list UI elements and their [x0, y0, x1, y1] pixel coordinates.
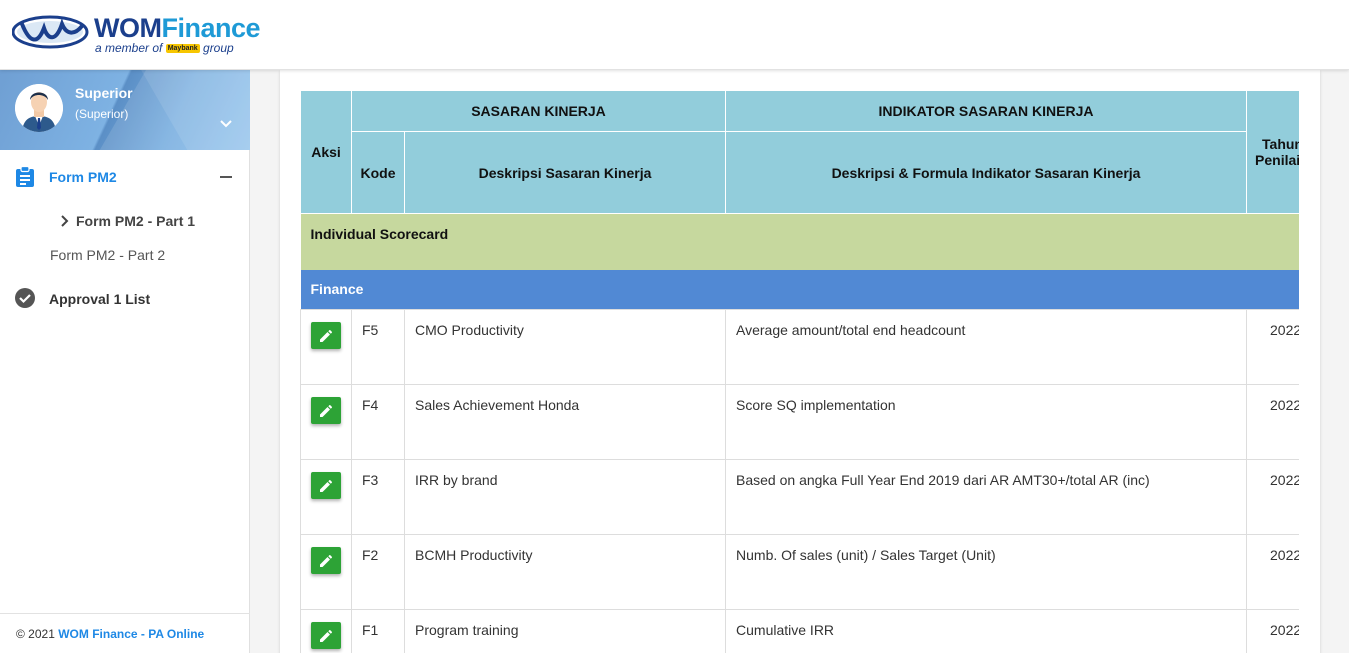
subgroup-row-finance: Finance — [300, 269, 1299, 310]
indikator-cell: Score SQ implementation — [725, 384, 1248, 460]
footer-link[interactable]: WOM Finance - PA Online — [58, 627, 204, 641]
group-row-individual-scorecard: Individual Scorecard — [300, 213, 1299, 270]
edit-button[interactable] — [311, 547, 341, 574]
aksi-cell — [300, 534, 352, 610]
user-role: (Superior) — [75, 107, 129, 121]
kode-cell: F3 — [351, 459, 405, 535]
clipboard-icon — [15, 165, 35, 193]
header-aksi: Aksi — [300, 90, 352, 214]
aksi-cell — [300, 384, 352, 460]
sasaran-cell: Program training — [403, 609, 727, 653]
minus-icon[interactable] — [220, 176, 232, 178]
aksi-cell — [300, 609, 352, 653]
indikator-cell: Numb. Of sales (unit) / Sales Target (Un… — [725, 534, 1248, 610]
sidebar-item-form-pm2-part2[interactable]: Form PM2 - Part 2 — [0, 240, 250, 270]
pencil-icon — [320, 329, 333, 342]
sidebar-item-form-pm2[interactable]: Form PM2 — [0, 162, 250, 192]
wom-swirl-icon — [12, 15, 89, 49]
header-deskripsi-indikator: Deskripsi & Formula Indikator Sasaran Ki… — [725, 131, 1248, 214]
scorecard-table: Aksi SASARAN KINERJA INDIKATOR SASARAN K… — [300, 90, 1299, 653]
check-circle-icon — [15, 288, 35, 313]
aksi-cell — [300, 459, 352, 535]
table-row: F4 Sales Achievement Honda Score SQ impl… — [300, 384, 1299, 460]
edit-button[interactable] — [311, 472, 341, 499]
sasaran-cell: BCMH Productivity — [403, 534, 727, 610]
header-sasaran-kinerja: SASARAN KINERJA — [350, 90, 727, 132]
kode-cell: F4 — [351, 384, 405, 460]
table-row: F2 BCMH Productivity Numb. Of sales (uni… — [300, 534, 1299, 610]
table-row: F3 IRR by brand Based on angka Full Year… — [300, 459, 1299, 535]
kode-cell: F2 — [351, 534, 405, 610]
indikator-cell: Based on angka Full Year End 2019 dari A… — [725, 459, 1248, 535]
wom-finance-logo[interactable]: WOMFinance a member of Maybank group — [12, 12, 261, 56]
sidebar-item-label: Form PM2 - Part 2 — [50, 247, 166, 263]
sidebar-item-approval-1-list[interactable]: Approval 1 List — [0, 284, 250, 314]
chevron-right-icon — [60, 214, 70, 233]
pencil-icon — [320, 404, 333, 417]
tahun-cell: 2022 — [1246, 609, 1299, 653]
sidebar-item-form-pm2-part1[interactable]: Form PM2 - Part 1 — [0, 206, 250, 236]
header-indikator-sasaran-kinerja: INDIKATOR SASARAN KINERJA — [725, 90, 1248, 132]
kode-cell: F5 — [351, 309, 405, 385]
logo-tagline: a member of Maybank group — [95, 41, 234, 55]
edit-button[interactable] — [311, 397, 341, 424]
edit-button[interactable] — [311, 322, 341, 349]
kode-cell: F1 — [351, 609, 405, 653]
user-name: Superior — [75, 85, 133, 101]
edit-button[interactable] — [311, 622, 341, 649]
avatar — [15, 84, 63, 132]
aksi-cell — [300, 309, 352, 385]
header-tahun-penilaian: Tahun Penilaian — [1246, 90, 1299, 214]
sasaran-cell: IRR by brand — [403, 459, 727, 535]
tahun-cell: 2022 — [1246, 459, 1299, 535]
pencil-icon — [320, 629, 333, 642]
tahun-cell: 2022 — [1246, 534, 1299, 610]
sasaran-cell: CMO Productivity — [403, 309, 727, 385]
sidebar: Superior (Superior) Form PM2 Form PM2 - … — [0, 70, 250, 653]
content-card: Aksi SASARAN KINERJA INDIKATOR SASARAN K… — [280, 70, 1320, 653]
table-row: F1 Program training Cumulative IRR 2022 — [300, 609, 1299, 653]
pencil-icon — [320, 479, 333, 492]
top-header: WOMFinance a member of Maybank group — [0, 0, 1349, 70]
main-content: Aksi SASARAN KINERJA INDIKATOR SASARAN K… — [251, 70, 1349, 653]
table-row: F5 CMO Productivity Average amount/total… — [300, 309, 1299, 385]
indikator-cell: Average amount/total end headcount — [725, 309, 1248, 385]
sidebar-footer: © 2021 WOM Finance - PA Online — [0, 613, 250, 653]
sidebar-item-label: Form PM2 - Part 1 — [76, 213, 196, 229]
sidebar-item-label: Form PM2 — [49, 169, 117, 185]
sasaran-cell: Sales Achievement Honda — [403, 384, 727, 460]
logo-brand: WOMFinance — [94, 13, 261, 43]
tahun-cell: 2022 — [1246, 309, 1299, 385]
header-kode: Kode — [351, 131, 405, 214]
sidebar-item-label: Approval 1 List — [49, 291, 151, 307]
copyright-text: © 2021 — [16, 627, 59, 641]
tahun-cell: 2022 — [1246, 384, 1299, 460]
pencil-icon — [320, 554, 333, 567]
table-scroll-container[interactable]: Aksi SASARAN KINERJA INDIKATOR SASARAN K… — [300, 90, 1299, 653]
menu-toggle-icon[interactable] — [218, 116, 234, 132]
header-deskripsi-sasaran: Deskripsi Sasaran Kinerja — [403, 131, 727, 214]
user-panel: Superior (Superior) — [0, 70, 250, 150]
indikator-cell: Cumulative IRR — [725, 609, 1248, 653]
